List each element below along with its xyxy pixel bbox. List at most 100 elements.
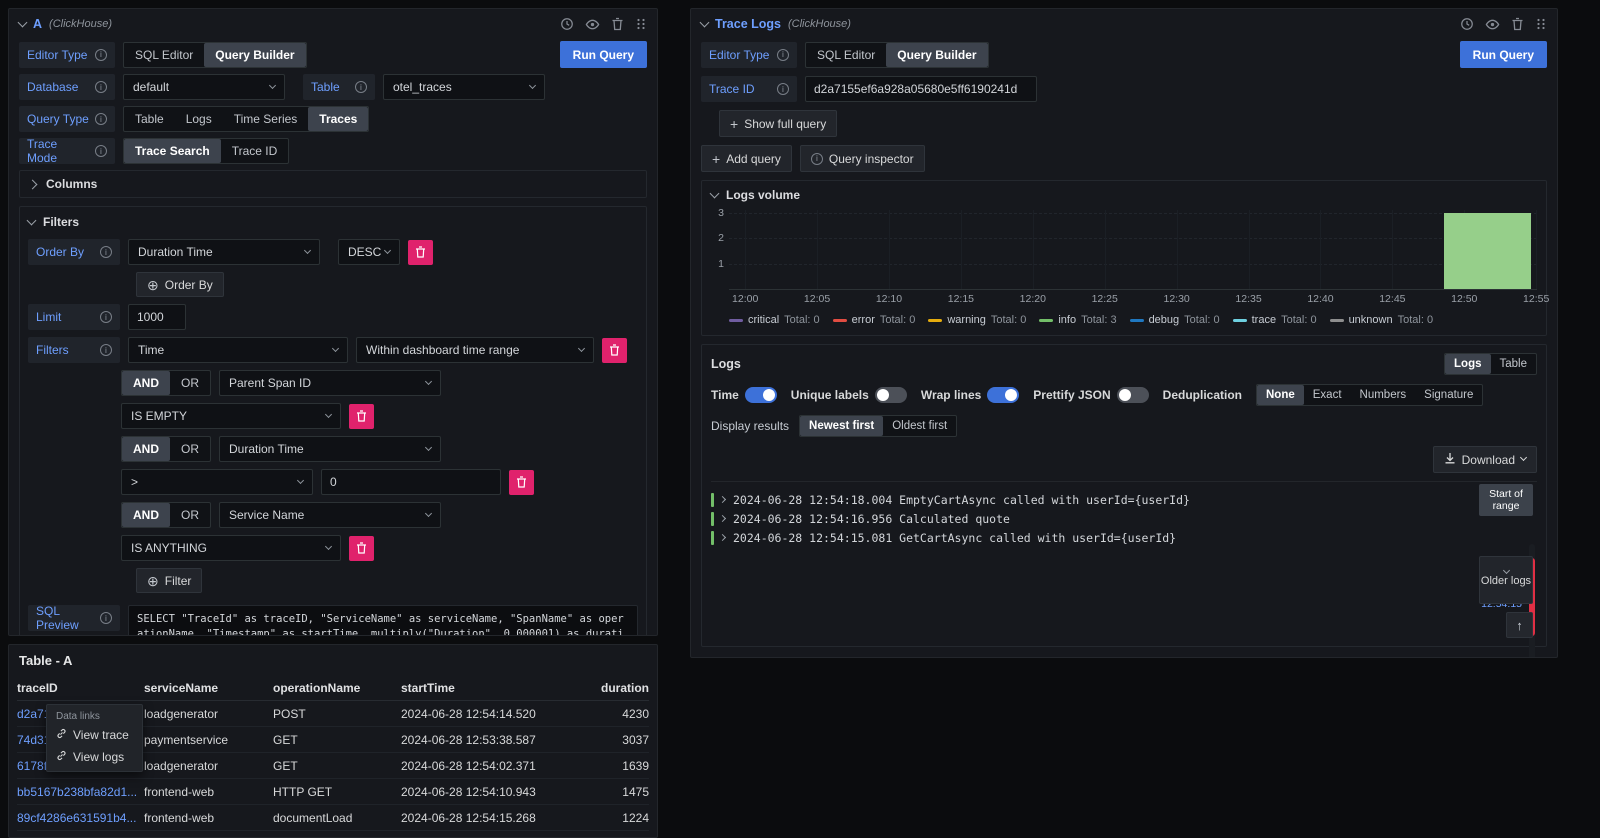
- info-icon[interactable]: i: [355, 81, 367, 93]
- editor-type-option-sql-editor[interactable]: SQL Editor: [124, 43, 204, 67]
- table-select[interactable]: otel_traces: [383, 74, 545, 100]
- remove-filter-button[interactable]: [509, 470, 534, 495]
- trace-id-link[interactable]: bb5167b238bfa82d1...: [17, 785, 144, 799]
- and-option[interactable]: AND: [122, 503, 170, 527]
- toggle-switch[interactable]: [875, 387, 907, 403]
- wrap-lines-toggle[interactable]: Wrap lines: [921, 387, 1019, 403]
- add-filter-button[interactable]: ⊕Filter: [136, 568, 202, 593]
- editor-type-option-query-builder[interactable]: Query Builder: [204, 43, 305, 67]
- filter-operator-select[interactable]: IS EMPTY: [121, 403, 341, 429]
- remove-filter-button[interactable]: [602, 338, 627, 363]
- filters-section-header[interactable]: Filters: [28, 215, 638, 229]
- info-icon[interactable]: i: [100, 344, 112, 356]
- info-icon[interactable]: i: [95, 113, 107, 125]
- column-header[interactable]: operationName: [273, 681, 401, 695]
- add-order-by-button[interactable]: ⊕Order By: [136, 272, 224, 297]
- info-icon[interactable]: i: [777, 83, 789, 95]
- trace-id-input[interactable]: [805, 76, 1037, 102]
- or-option[interactable]: OR: [170, 503, 210, 527]
- toggle-switch[interactable]: [1117, 387, 1149, 403]
- drag-handle-icon[interactable]: [635, 18, 647, 30]
- legend-item-critical[interactable]: criticalTotal: 0: [729, 314, 820, 326]
- trash-icon[interactable]: [611, 17, 624, 31]
- legend-item-trace[interactable]: traceTotal: 0: [1233, 314, 1317, 326]
- editor-type-option-query-builder[interactable]: Query Builder: [886, 43, 987, 67]
- info-icon[interactable]: i: [95, 49, 107, 61]
- query-inspector-button[interactable]: iQuery inspector: [800, 145, 925, 172]
- column-header[interactable]: serviceName: [144, 681, 273, 695]
- trace-mode-option-trace-search[interactable]: Trace Search: [124, 139, 221, 163]
- column-header[interactable]: traceID: [17, 681, 144, 695]
- info-icon[interactable]: i: [100, 246, 112, 258]
- dedup-option-numbers[interactable]: Numbers: [1351, 385, 1416, 405]
- info-icon[interactable]: i: [777, 49, 789, 61]
- info-icon[interactable]: i: [95, 145, 107, 157]
- chevron-right-icon[interactable]: [719, 496, 726, 503]
- run-query-button[interactable]: Run Query: [1460, 41, 1547, 68]
- order-by-direction-select[interactable]: DESC: [338, 239, 400, 265]
- or-option[interactable]: OR: [170, 437, 210, 461]
- or-option[interactable]: OR: [170, 371, 210, 395]
- drag-handle-icon[interactable]: [1535, 18, 1547, 30]
- show-full-query-button[interactable]: +Show full query: [719, 110, 837, 137]
- view-logs-menu-item[interactable]: View logs: [47, 746, 142, 768]
- query-type-option-time-series[interactable]: Time Series: [223, 107, 309, 131]
- unique-labels-toggle[interactable]: Unique labels: [791, 387, 907, 403]
- editor-type-option-sql-editor[interactable]: SQL Editor: [806, 43, 886, 67]
- filter-operator-select[interactable]: IS ANYTHING: [121, 535, 341, 561]
- query-type-option-logs[interactable]: Logs: [175, 107, 223, 131]
- trace-id-link[interactable]: 89cf4286e631591b4...: [17, 811, 144, 825]
- filter-value-input[interactable]: [321, 469, 501, 495]
- display-option-oldest-first[interactable]: Oldest first: [883, 416, 956, 436]
- trash-icon[interactable]: [1511, 17, 1524, 31]
- remove-order-by-button[interactable]: [408, 240, 433, 265]
- legend-item-debug[interactable]: debugTotal: 0: [1130, 314, 1220, 326]
- clock-icon[interactable]: [560, 17, 574, 31]
- filter-field-select[interactable]: Service Name: [219, 502, 441, 528]
- trace-mode-option-trace-id[interactable]: Trace ID: [221, 139, 289, 163]
- legend-item-error[interactable]: errorTotal: 0: [833, 314, 916, 326]
- limit-input[interactable]: [128, 304, 186, 330]
- clock-icon[interactable]: [1460, 17, 1474, 31]
- chevron-right-icon[interactable]: [719, 515, 726, 522]
- view-option-table[interactable]: Table: [1491, 354, 1537, 374]
- and-option[interactable]: AND: [122, 371, 170, 395]
- column-header[interactable]: duration: [561, 681, 649, 695]
- database-select[interactable]: default: [123, 74, 285, 100]
- prettify-json-toggle[interactable]: Prettify JSON: [1033, 387, 1148, 403]
- logs-volume-header[interactable]: Logs volume: [711, 188, 1537, 202]
- add-query-button[interactable]: +Add query: [701, 145, 792, 172]
- column-header[interactable]: startTime: [401, 681, 561, 695]
- eye-icon[interactable]: [585, 17, 600, 32]
- remove-filter-button[interactable]: [349, 536, 374, 561]
- dedup-option-none[interactable]: None: [1257, 385, 1304, 405]
- and-option[interactable]: AND: [122, 437, 170, 461]
- filter-field-select[interactable]: Duration Time: [219, 436, 441, 462]
- dedup-option-exact[interactable]: Exact: [1304, 385, 1351, 405]
- eye-icon[interactable]: [1485, 17, 1500, 32]
- older-logs-button[interactable]: Older logs: [1479, 556, 1533, 604]
- run-query-button[interactable]: Run Query: [560, 41, 647, 68]
- chevron-right-icon[interactable]: [719, 534, 726, 541]
- legend-item-unknown[interactable]: unknownTotal: 0: [1330, 314, 1434, 326]
- query-type-option-table[interactable]: Table: [124, 107, 175, 131]
- legend-item-info[interactable]: infoTotal: 3: [1039, 314, 1116, 326]
- view-trace-menu-item[interactable]: View trace: [47, 724, 142, 746]
- info-icon[interactable]: i: [95, 81, 107, 93]
- download-button[interactable]: Download: [1433, 446, 1537, 473]
- display-option-newest-first[interactable]: Newest first: [800, 416, 883, 436]
- panel-collapse-icon[interactable]: [18, 17, 28, 27]
- remove-filter-button[interactable]: [349, 404, 374, 429]
- log-line[interactable]: 2024-06-28 12:54:15.081 GetCartAsync cal…: [711, 528, 1537, 547]
- info-icon[interactable]: i: [100, 311, 112, 323]
- info-logs-bar[interactable]: [1444, 213, 1530, 289]
- query-type-option-traces[interactable]: Traces: [308, 107, 368, 131]
- filter-field-select[interactable]: Time: [128, 337, 348, 363]
- time-toggle[interactable]: Time: [711, 387, 777, 403]
- panel-collapse-icon[interactable]: [700, 17, 710, 27]
- filter-operator-select[interactable]: Within dashboard time range: [356, 337, 594, 363]
- legend-item-warning[interactable]: warningTotal: 0: [928, 314, 1026, 326]
- scroll-to-top-button[interactable]: ↑: [1506, 612, 1533, 638]
- toggle-switch[interactable]: [987, 387, 1019, 403]
- order-by-field-select[interactable]: Duration Time: [128, 239, 320, 265]
